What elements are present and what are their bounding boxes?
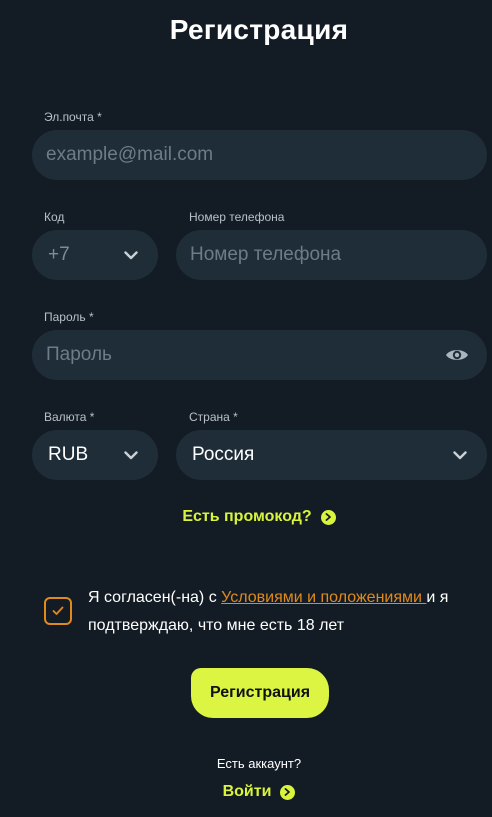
promo-code-link[interactable]: Есть промокод? bbox=[0, 508, 492, 526]
arrow-right-circle-icon bbox=[320, 509, 336, 525]
password-input[interactable] bbox=[32, 344, 445, 366]
country-label: Страна * bbox=[189, 410, 238, 424]
currency-label: Валюта * bbox=[44, 410, 95, 424]
promo-code-label: Есть промокод? bbox=[182, 508, 312, 525]
arrow-right-circle-icon bbox=[280, 784, 296, 800]
password-field-wrapper bbox=[32, 330, 487, 380]
eye-icon[interactable] bbox=[445, 342, 469, 368]
email-field-wrapper bbox=[32, 130, 487, 180]
consent-row: Я согласен(-на) с Условиями и положениям… bbox=[44, 584, 474, 640]
consent-prefix: Я согласен(-на) с bbox=[88, 589, 222, 606]
email-input[interactable] bbox=[32, 144, 487, 166]
code-value: +7 bbox=[48, 244, 70, 265]
register-button[interactable]: Регистрация bbox=[191, 668, 329, 718]
currency-value: RUB bbox=[48, 444, 89, 465]
country-value: Россия bbox=[192, 444, 255, 465]
consent-text: Я согласен(-на) с Условиями и положениям… bbox=[88, 584, 474, 640]
code-select[interactable]: +7 bbox=[32, 230, 158, 280]
check-icon bbox=[52, 606, 64, 615]
email-label: Эл.почта * bbox=[44, 110, 102, 124]
login-label: Войти bbox=[222, 783, 272, 800]
currency-select[interactable]: RUB bbox=[32, 430, 158, 480]
phone-label: Номер телефона bbox=[189, 210, 285, 224]
login-link[interactable]: Войти bbox=[0, 783, 492, 801]
password-label: Пароль * bbox=[44, 310, 94, 324]
phone-input[interactable] bbox=[176, 244, 487, 266]
country-select[interactable]: Россия bbox=[176, 430, 487, 480]
code-label: Код bbox=[44, 210, 65, 224]
phone-field-wrapper bbox=[176, 230, 487, 280]
chevron-down-icon bbox=[449, 444, 471, 466]
has-account-text: Есть аккаунт? bbox=[216, 756, 302, 771]
terms-link[interactable]: Условиями и положениями bbox=[221, 589, 426, 606]
chevron-down-icon bbox=[120, 444, 142, 466]
chevron-down-icon bbox=[120, 244, 142, 266]
consent-checkbox[interactable] bbox=[44, 597, 72, 625]
page-title: Регистрация bbox=[169, 14, 349, 45]
